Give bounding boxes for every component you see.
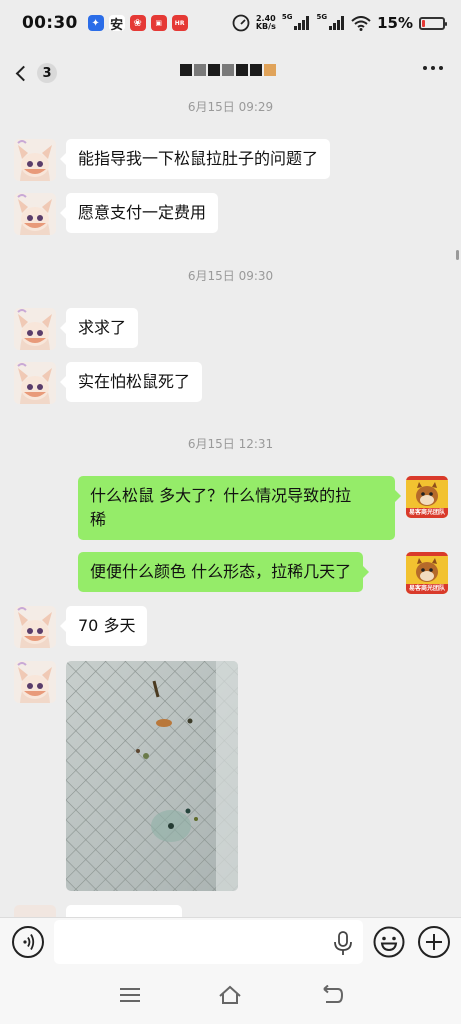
emoji-button[interactable] — [373, 926, 405, 958]
signal-2-label: 5G — [316, 13, 328, 21]
more-options-button[interactable] — [423, 66, 443, 70]
avatar-illustration — [14, 193, 56, 235]
voice-wave-icon — [23, 934, 35, 950]
contact-avatar[interactable] — [14, 308, 56, 350]
unread-count-badge: 3 — [37, 63, 57, 83]
contact-avatar[interactable] — [14, 362, 56, 404]
avatar-illustration — [14, 661, 56, 703]
chat-title-redacted — [180, 64, 276, 76]
battery-percent: 15% — [377, 14, 413, 32]
incoming-message-bubble[interactable]: 求求了 — [59, 308, 139, 348]
contact-avatar[interactable] — [14, 661, 56, 703]
wifi-icon — [351, 15, 371, 31]
message-timestamp: 6月15日 09:30 — [187, 269, 274, 283]
hr-app-icon: HR — [171, 15, 188, 31]
self-avatar[interactable]: 易客商光团队 — [406, 476, 448, 518]
message-timestamp: 6月15日 09:29 — [187, 100, 274, 114]
dot-icon — [431, 66, 435, 70]
avatar-illustration — [14, 308, 56, 350]
incoming-message-bubble[interactable]: 能指导我一下松鼠拉肚子的问题了 — [59, 139, 331, 179]
app-blue-icon: ✦ — [87, 15, 104, 31]
voice-toggle-button[interactable] — [12, 926, 44, 958]
self-avatar-caption: 易客商光团队 — [408, 585, 445, 592]
status-time: 00:30 — [22, 13, 78, 33]
signal-1-label: 5G — [281, 13, 293, 21]
microphone-icon[interactable] — [332, 930, 354, 956]
self-avatar-caption: 易客商光团队 — [408, 509, 445, 516]
message-text-line: 什么松鼠 多大了？什么情况导致的拉 — [90, 486, 352, 505]
photo-cage-floor — [66, 661, 238, 891]
incoming-message-bubble-partial — [66, 905, 182, 917]
outgoing-message-bubble[interactable]: 便便什么颜色 什么形态，拉稀几天了 — [78, 552, 370, 592]
battery-fill — [422, 19, 425, 27]
red-badge-icon: ▣ — [150, 15, 167, 31]
net-speed: 2.40 KB/s — [256, 15, 276, 31]
input-bar — [0, 917, 461, 965]
incoming-message-bubble[interactable]: 实在怕松鼠死了 — [59, 362, 203, 402]
dot-icon — [439, 66, 443, 70]
message-text: 便便什么颜色 什么形态，拉稀几天了 — [90, 562, 352, 581]
contact-avatar[interactable] — [14, 139, 56, 181]
message-text: 求求了 — [78, 318, 127, 337]
menu-icon[interactable] — [118, 985, 142, 1005]
speedometer-icon — [232, 14, 250, 32]
incoming-message-bubble[interactable]: 愿意支付一定费用 — [59, 193, 219, 233]
battery-icon — [419, 16, 447, 30]
message-text: 70 多天 — [78, 616, 136, 635]
home-icon[interactable] — [218, 985, 242, 1005]
contact-avatar-partial — [14, 905, 56, 917]
message-text: 能指导我一下松鼠拉肚子的问题了 — [78, 149, 319, 168]
incoming-message-bubble[interactable]: 70 多天 — [59, 606, 148, 646]
scrollbar-thumb[interactable] — [456, 250, 459, 260]
back-button[interactable]: 3 — [14, 63, 57, 83]
self-avatar[interactable]: 易客商光团队 — [406, 552, 448, 594]
contact-avatar[interactable] — [14, 193, 56, 235]
notification-icons: ✦ 安 ❀ ▣ HR — [87, 15, 188, 33]
signal-2-icon — [329, 16, 345, 30]
message-timestamp: 6月15日 12:31 — [187, 437, 274, 451]
net-speed-unit: KB/s — [255, 22, 276, 31]
system-nav-bar — [0, 965, 461, 1024]
avatar-illustration — [14, 139, 56, 181]
message-text: 愿意支付一定费用 — [78, 203, 207, 222]
status-bar: 00:30 ✦ 安 ❀ ▣ HR 2.40 KB/s 5G 5G 15% — [0, 0, 461, 46]
incoming-image-message[interactable] — [66, 661, 238, 891]
outgoing-message-bubble[interactable]: 什么松鼠 多大了？什么情况导致的拉 稀 — [78, 476, 401, 540]
system-icons: 2.40 KB/s 5G 5G 15% — [232, 13, 447, 32]
signal-1-icon — [294, 16, 310, 30]
red-app-icon: ❀ — [129, 15, 146, 31]
avatar-illustration — [14, 606, 56, 648]
safety-icon: 安 — [108, 15, 125, 33]
message-text: 实在怕松鼠死了 — [78, 372, 191, 391]
message-text-line: 稀 — [90, 510, 107, 529]
dot-icon — [423, 66, 427, 70]
more-functions-button[interactable] — [418, 926, 450, 958]
message-input[interactable] — [54, 920, 363, 964]
chat-header: 3 — [0, 46, 461, 100]
back-nav-icon[interactable] — [320, 985, 344, 1005]
avatar-illustration — [14, 362, 56, 404]
contact-avatar[interactable] — [14, 606, 56, 648]
chevron-left-icon — [15, 65, 32, 81]
